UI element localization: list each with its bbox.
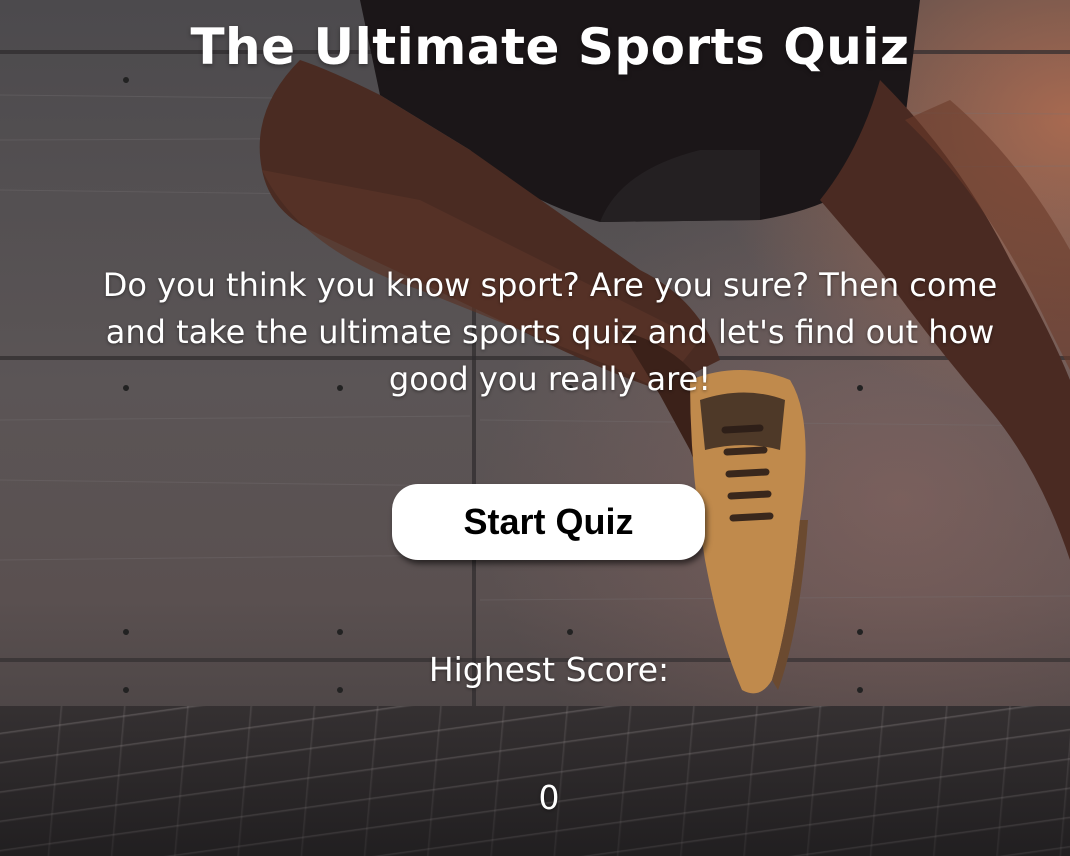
intro-text: Do you think you know sport? Are you sur… (102, 266, 998, 398)
highest-score-value: 0 (538, 778, 560, 817)
page-title: The Ultimate Sports Quiz (190, 18, 910, 76)
highest-score-label: Highest Score: (428, 650, 670, 689)
start-quiz-button[interactable]: Start Quiz (392, 484, 705, 560)
quiz-home-screen: The Ultimate Sports Quiz Do you think yo… (0, 0, 1070, 856)
